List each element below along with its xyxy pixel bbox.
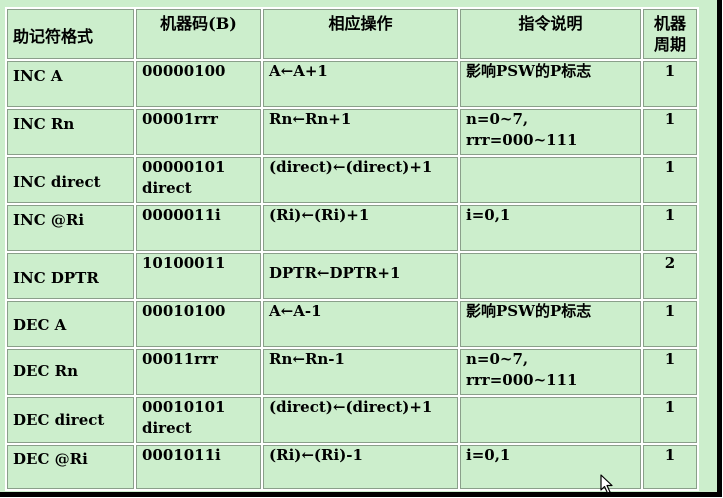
cell-cycles: 1 [643, 445, 699, 491]
instruction-table: 助记符格式 机器码(B) 相应操作 指令说明 机器 周期 INC A 00000… [5, 7, 699, 491]
cell-operation: (Ri)←(Ri)-1 [263, 445, 460, 491]
cell-format: INC @Ri [7, 205, 136, 253]
header-format: 助记符格式 [7, 9, 136, 61]
cell-operation: Rn←Rn+1 [263, 109, 460, 157]
header-machine-code: 机器码(B) [136, 9, 263, 61]
cell-description [460, 157, 643, 205]
cell-cycles: 1 [643, 61, 699, 109]
header-operation: 相应操作 [263, 9, 460, 61]
cell-format: DEC @Ri [7, 445, 136, 491]
cell-cycles: 1 [643, 397, 699, 445]
cell-code: 00001rrr [136, 109, 263, 157]
cell-code: 0000011i [136, 205, 263, 253]
cell-code: 0001011i [136, 445, 263, 491]
cell-description [460, 397, 643, 445]
cell-description: n=0~7, rrr=000~111 [460, 349, 643, 397]
table-row: INC direct 00000101 direct (direct)←(dir… [7, 157, 699, 205]
table-row: INC DPTR 10100011 DPTR←DPTR+1 2 [7, 253, 699, 301]
cell-cycles: 1 [643, 157, 699, 205]
cell-description: n=0~7, rrr=000~111 [460, 109, 643, 157]
slide-frame: 助记符格式 机器码(B) 相应操作 指令说明 机器 周期 INC A 00000… [0, 0, 722, 497]
cell-cycles: 1 [643, 205, 699, 253]
cell-description: 影响PSW的P标志 [460, 301, 643, 349]
table-header-row: 助记符格式 机器码(B) 相应操作 指令说明 机器 周期 [7, 9, 699, 61]
cell-code: 00010101 direct [136, 397, 263, 445]
cell-description: 影响PSW的P标志 [460, 61, 643, 109]
table-row: DEC A 00010100 A←A-1 影响PSW的P标志 1 [7, 301, 699, 349]
cell-cycles: 2 [643, 253, 699, 301]
header-description: 指令说明 [460, 9, 643, 61]
cell-code: 00000101 direct [136, 157, 263, 205]
cell-code: 00011rrr [136, 349, 263, 397]
cell-operation: (Ri)←(Ri)+1 [263, 205, 460, 253]
cell-cycles: 1 [643, 349, 699, 397]
cell-code: 10100011 [136, 253, 263, 301]
table-row: DEC @Ri 0001011i (Ri)←(Ri)-1 i=0,1 1 [7, 445, 699, 491]
table-row: INC Rn 00001rrr Rn←Rn+1 n=0~7, rrr=000~1… [7, 109, 699, 157]
cell-format: INC Rn [7, 109, 136, 157]
table-row: DEC direct 00010101 direct (direct)←(dir… [7, 397, 699, 445]
cell-cycles: 1 [643, 301, 699, 349]
header-cycles: 机器 周期 [643, 9, 699, 61]
cell-format: INC direct [7, 157, 136, 205]
cell-cycles: 1 [643, 109, 699, 157]
cell-format: DEC direct [7, 397, 136, 445]
table-row: INC A 00000100 A←A+1 影响PSW的P标志 1 [7, 61, 699, 109]
cell-format: INC DPTR [7, 253, 136, 301]
cell-operation: A←A-1 [263, 301, 460, 349]
cell-code: 00000100 [136, 61, 263, 109]
cell-description: i=0,1 [460, 205, 643, 253]
cell-description: i=0,1 [460, 445, 643, 491]
cell-operation: A←A+1 [263, 61, 460, 109]
cell-format: INC A [7, 61, 136, 109]
table-row: INC @Ri 0000011i (Ri)←(Ri)+1 i=0,1 1 [7, 205, 699, 253]
cell-code: 00010100 [136, 301, 263, 349]
cell-operation: (direct)←(direct)+1 [263, 157, 460, 205]
cell-operation: DPTR←DPTR+1 [263, 253, 460, 301]
cell-description [460, 253, 643, 301]
cell-operation: Rn←Rn-1 [263, 349, 460, 397]
cell-format: DEC A [7, 301, 136, 349]
mouse-pointer-icon [600, 474, 613, 494]
cell-format: DEC Rn [7, 349, 136, 397]
cell-operation: (direct)←(direct)+1 [263, 397, 460, 445]
table-row: DEC Rn 00011rrr Rn←Rn-1 n=0~7, rrr=000~1… [7, 349, 699, 397]
